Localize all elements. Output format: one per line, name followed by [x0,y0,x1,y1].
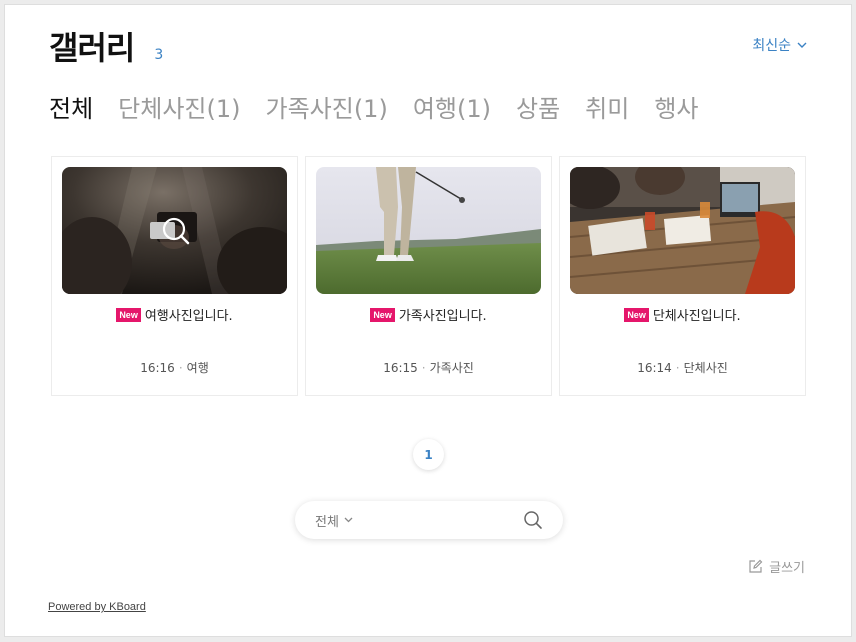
search-icon[interactable] [523,510,543,530]
write-label: 글쓰기 [769,561,805,576]
chevron-down-icon [344,517,353,523]
sort-dropdown[interactable]: 최신순 [752,35,807,55]
new-badge: New [116,307,141,322]
card-time: 16:16 [140,361,175,375]
card-meta: 16:15 · 가족사진 [306,359,551,376]
gallery-card[interactable]: New 가족사진입니다. 16:15 · 가족사진 [305,156,552,396]
meta-separator: · [421,361,426,375]
category-tabs: 전체 단체사진(1) 가족사진(1) 여행(1) 상품 취미 행사 [49,89,724,124]
card-title-row[interactable]: New 여행사진입니다. [52,305,297,324]
card-category: 여행 [186,361,209,375]
board-container: 갤러리 3 최신순 전체 단체사진(1) 가족사진(1) 여행(1) 상품 취미… [4,4,852,637]
new-badge: New [370,307,395,322]
card-title[interactable]: 단체사진입니다. [653,305,741,324]
thumbnail-golf[interactable] [316,167,541,294]
tab-hobby[interactable]: 취미 [585,89,629,124]
meta-separator: · [675,361,680,375]
card-title[interactable]: 가족사진입니다. [399,305,487,324]
card-category: 가족사진 [429,361,474,375]
card-time: 16:15 [383,361,418,375]
card-title[interactable]: 여행사진입니다. [145,305,233,324]
search-input[interactable] [360,512,511,528]
gallery-card[interactable]: New 단체사진입니다. 16:14 · 단체사진 [559,156,806,396]
search-category-label: 전체 [315,514,339,530]
thumbnail-concert[interactable] [62,167,287,294]
card-category: 단체사진 [683,361,728,375]
search-category-select[interactable]: 전체 [315,511,353,530]
tab-all[interactable]: 전체 [49,89,93,124]
thumbnail-meeting[interactable] [570,167,795,294]
write-button[interactable]: 글쓰기 [748,557,805,576]
tab-travel[interactable]: 여행(1) [413,89,491,124]
card-meta: 16:16 · 여행 [52,359,297,376]
post-count: 3 [154,47,164,63]
search-bar: 전체 [295,501,563,539]
chevron-down-icon [797,42,807,48]
card-time: 16:14 [637,361,672,375]
powered-by-link[interactable]: Powered by KBoard [48,601,146,613]
card-title-row[interactable]: New 가족사진입니다. [306,305,551,324]
edit-icon [749,559,763,573]
card-title-row[interactable]: New 단체사진입니다. [560,305,805,324]
gallery-card[interactable]: New 여행사진입니다. 16:16 · 여행 [51,156,298,396]
sort-label: 최신순 [752,38,791,54]
meta-separator: · [178,361,183,375]
new-badge: New [624,307,649,322]
card-meta: 16:14 · 단체사진 [560,359,805,376]
tab-group-photo[interactable]: 단체사진(1) [118,89,240,124]
tab-product[interactable]: 상품 [516,89,560,124]
page-title: 갤러리 [49,29,135,67]
gallery-list: New 여행사진입니다. 16:16 · 여행 New 가족사진입니다. 16:… [51,156,813,396]
board-header: 갤러리 3 [49,23,163,69]
tab-event[interactable]: 행사 [654,89,698,124]
page-1-button[interactable]: 1 [413,439,444,470]
tab-family-photo[interactable]: 가족사진(1) [266,89,388,124]
